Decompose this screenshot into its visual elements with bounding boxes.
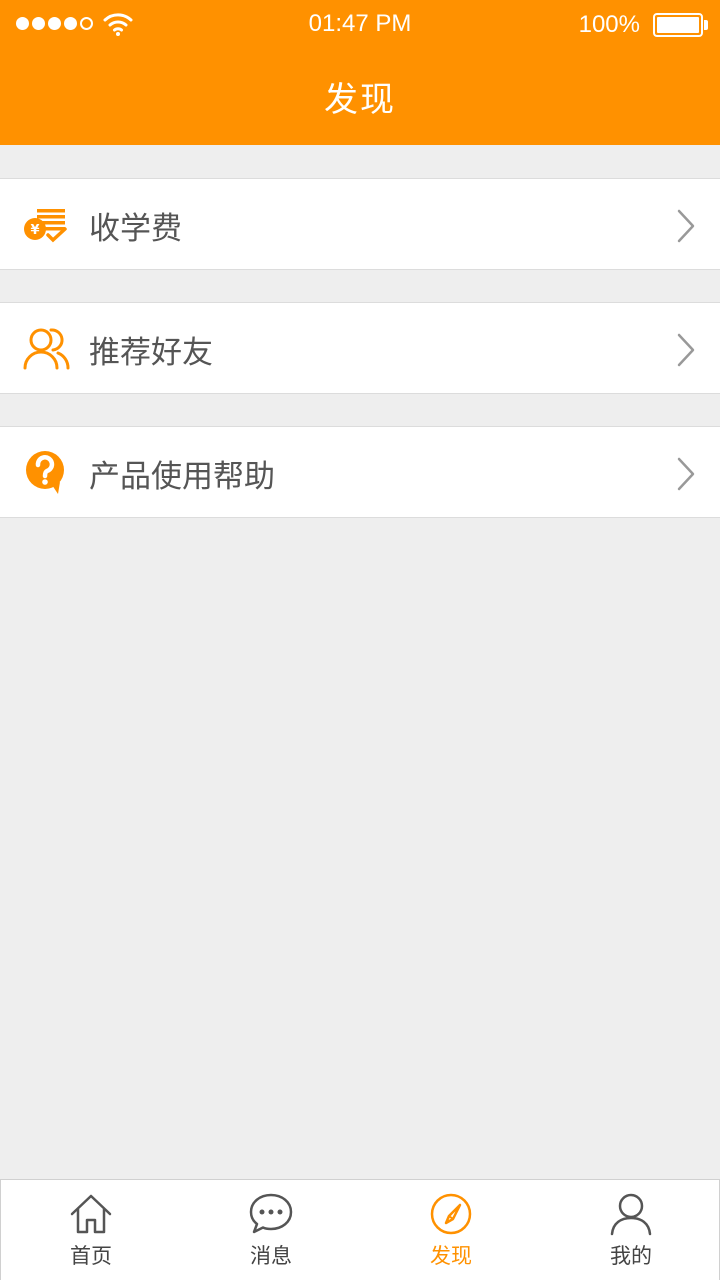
page-title: 发现 (324, 80, 396, 120)
tab-messages[interactable]: 消息 (181, 1180, 361, 1280)
tab-me[interactable]: 我的 (541, 1180, 720, 1280)
menu-item-product-help[interactable]: 产品使用帮助 (0, 426, 720, 518)
tab-label: 我的 (610, 1244, 652, 1268)
tab-label: 消息 (250, 1244, 292, 1268)
battery-icon (653, 13, 703, 37)
tab-discover[interactable]: 发现 (361, 1180, 541, 1280)
friends-icon (23, 328, 70, 370)
tab-label: 首页 (70, 1244, 112, 1268)
header: 01:47 PM 100% 发现 (0, 0, 720, 145)
home-icon (70, 1194, 112, 1234)
menu-item-label: 收学费 (89, 211, 182, 247)
tab-bar: 首页 消息 发现 我的 (0, 1179, 720, 1280)
chevron-right-icon (677, 333, 695, 367)
menu-item-recommend-friends[interactable]: 推荐好友 (0, 302, 720, 394)
menu-item-tuition[interactable]: ¥ 收学费 (0, 178, 720, 270)
battery-tip (704, 20, 708, 30)
menu-item-label: 推荐好友 (89, 335, 213, 371)
svg-text:¥: ¥ (30, 223, 39, 238)
menu-item-label: 产品使用帮助 (89, 459, 275, 495)
tab-label: 发现 (430, 1244, 472, 1268)
tab-home[interactable]: 首页 (1, 1180, 181, 1280)
chevron-right-icon (677, 209, 695, 243)
help-icon (26, 451, 64, 494)
compass-icon (430, 1193, 472, 1235)
person-icon (610, 1193, 652, 1236)
tuition-fee-icon: ¥ (24, 209, 67, 243)
message-icon (249, 1193, 293, 1234)
battery-percentage: 100% (578, 11, 640, 38)
chevron-right-icon (677, 457, 695, 491)
status-bar: 01:47 PM 100% (0, 0, 720, 50)
